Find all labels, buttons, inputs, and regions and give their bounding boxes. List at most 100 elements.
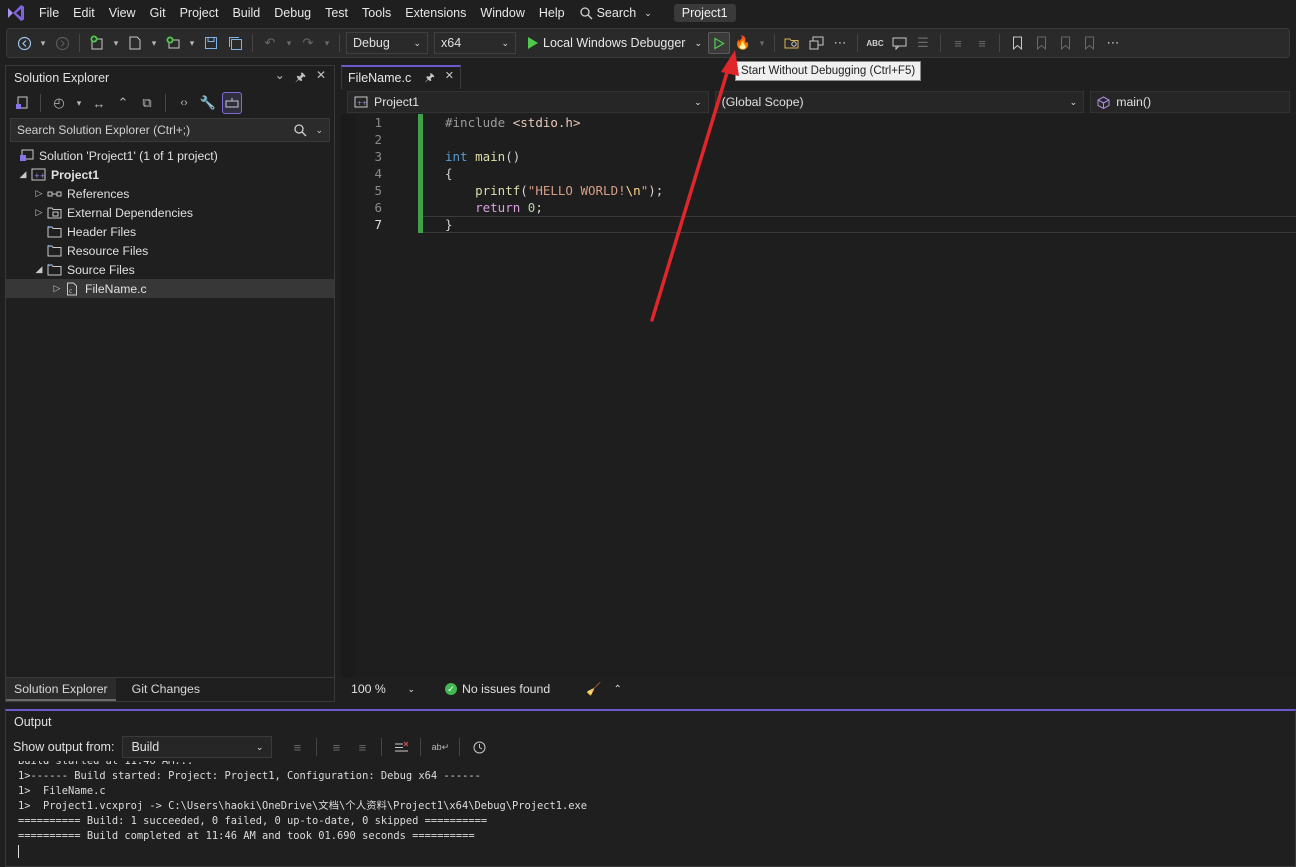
line-number: 1 xyxy=(374,115,382,130)
menu-tools[interactable]: Tools xyxy=(355,2,398,24)
tab-solution-explorer[interactable]: Solution Explorer xyxy=(6,678,116,701)
tree-item-solution[interactable]: Solution 'Project1' (1 of 1 project) xyxy=(6,146,334,165)
clear-bookmarks-icon[interactable] xyxy=(1078,32,1100,54)
add-item-icon[interactable] xyxy=(162,32,184,54)
windows-layout-icon[interactable] xyxy=(805,32,827,54)
menu-extensions[interactable]: Extensions xyxy=(398,2,473,24)
menu-project[interactable]: Project xyxy=(173,2,226,24)
close-icon[interactable]: ✕ xyxy=(316,68,326,89)
collapsed-arrow-icon[interactable]: ▷ xyxy=(50,283,64,294)
chevron-down-icon[interactable]: ▾ xyxy=(37,32,49,54)
indent-icon[interactable]: ≡ xyxy=(971,32,993,54)
hot-reload-icon[interactable]: 🔥 xyxy=(732,32,754,54)
undo-icon[interactable]: ↶ xyxy=(259,32,281,54)
pin-icon[interactable]: 🖈 xyxy=(425,69,435,88)
chevron-down-icon[interactable]: ⌄ xyxy=(315,125,323,136)
chevron-down-icon[interactable]: ⌄ xyxy=(275,68,285,89)
tree-item-filename-c[interactable]: ▷ c FileName.c xyxy=(6,279,334,298)
menu-window[interactable]: Window xyxy=(473,2,531,24)
save-icon[interactable] xyxy=(200,32,222,54)
menu-debug[interactable]: Debug xyxy=(267,2,318,24)
tab-filename-c[interactable]: FileName.c 🖈 ✕ xyxy=(341,65,461,89)
tree-item-source-files[interactable]: ◢ Source Files xyxy=(6,260,334,279)
expanded-arrow-icon[interactable]: ◢ xyxy=(32,264,46,275)
save-all-icon[interactable] xyxy=(224,32,246,54)
chevron-up-icon[interactable]: ⌃ xyxy=(614,684,622,695)
chevron-down-icon[interactable]: ▾ xyxy=(110,32,122,54)
output-source-dropdown[interactable]: Build ⌄ xyxy=(122,736,273,758)
issues-indicator[interactable]: ✓ No issues found xyxy=(445,682,550,696)
redo-icon[interactable]: ↷ xyxy=(297,32,319,54)
preview-selected-icon[interactable] xyxy=(222,92,242,114)
find-message-icon[interactable]: ≡ xyxy=(286,736,308,758)
chevron-down-icon[interactable]: ▾ xyxy=(73,92,85,114)
chevron-down-icon[interactable]: ▾ xyxy=(756,32,768,54)
chevron-down-icon[interactable]: ▾ xyxy=(321,32,333,54)
menu-edit[interactable]: Edit xyxy=(66,2,102,24)
next-message-icon[interactable]: ≡ xyxy=(351,736,373,758)
zoom-dropdown[interactable]: 100 % ⌄ xyxy=(347,679,419,699)
close-icon[interactable]: ✕ xyxy=(445,69,454,88)
start-without-debugging-button[interactable] xyxy=(708,32,730,54)
show-all-files-icon[interactable]: ⧉ xyxy=(137,92,157,114)
collapse-all-icon[interactable]: ⌃ xyxy=(113,92,133,114)
current-line-highlight xyxy=(423,216,1296,233)
more-icon[interactable]: ⋯ xyxy=(829,32,851,54)
outdent-icon[interactable]: ≡ xyxy=(947,32,969,54)
code-editor[interactable]: 1 2 3 4 5 6 7 #include <stdio.h> int mai… xyxy=(341,114,1296,677)
project-nav-dropdown[interactable]: ++ Project1 ⌄ xyxy=(347,91,709,113)
new-project-icon[interactable] xyxy=(86,32,108,54)
start-debugging-button[interactable]: Local Windows Debugger ⌄ xyxy=(524,32,706,54)
tab-git-changes[interactable]: Git Changes xyxy=(124,678,208,701)
clear-all-icon[interactable] xyxy=(390,736,412,758)
chevron-down-icon[interactable]: ▾ xyxy=(186,32,198,54)
properties-wrench-icon[interactable]: 🔧 xyxy=(198,92,218,114)
code-cleanup-broom-icon[interactable]: 🧹 xyxy=(586,682,601,697)
next-bookmark-icon[interactable] xyxy=(1054,32,1076,54)
previous-bookmark-icon[interactable] xyxy=(1030,32,1052,54)
menu-help[interactable]: Help xyxy=(532,2,572,24)
tree-item-header-files[interactable]: Header Files xyxy=(6,222,334,241)
menu-test[interactable]: Test xyxy=(318,2,355,24)
pin-icon[interactable]: 🖈 xyxy=(295,68,306,89)
output-text-area[interactable]: Build started at 11:46 AM... 1>------ Bui… xyxy=(18,761,1288,866)
bookmark-icon[interactable] xyxy=(1006,32,1028,54)
chevron-down-icon[interactable]: ▾ xyxy=(148,32,160,54)
back-icon[interactable] xyxy=(13,32,35,54)
forward-icon[interactable] xyxy=(51,32,73,54)
more-icon[interactable]: ⋯ xyxy=(1102,32,1124,54)
tree-item-resource-files[interactable]: Resource Files xyxy=(6,241,334,260)
new-file-icon[interactable] xyxy=(124,32,146,54)
solution-explorer-search-input[interactable]: Search Solution Explorer (Ctrl+;) ⌄ xyxy=(10,118,330,142)
find-in-files-icon[interactable] xyxy=(781,32,803,54)
visual-studio-logo-icon[interactable] xyxy=(0,0,32,26)
word-wrap-icon[interactable]: ab↵ xyxy=(429,736,451,758)
menu-build[interactable]: Build xyxy=(225,2,267,24)
collapsed-arrow-icon[interactable]: ▷ xyxy=(32,188,46,199)
scope-nav-dropdown[interactable]: (Global Scope) ⌄ xyxy=(714,91,1085,113)
collapsed-arrow-icon[interactable]: ▷ xyxy=(32,207,46,218)
menu-file[interactable]: File xyxy=(32,2,66,24)
platform-dropdown[interactable]: x64 ⌄ xyxy=(434,32,516,54)
configuration-dropdown[interactable]: Debug ⌄ xyxy=(346,32,428,54)
menu-git[interactable]: Git xyxy=(143,2,173,24)
view-code-icon[interactable]: ‹› xyxy=(174,92,194,114)
toolbar-divider xyxy=(79,34,80,52)
menu-view[interactable]: View xyxy=(102,2,143,24)
switch-views-icon[interactable] xyxy=(12,92,32,114)
spell-check-icon[interactable]: ABC xyxy=(864,32,886,54)
search-menu[interactable]: Search ⌄ xyxy=(572,6,660,20)
pending-changes-icon[interactable]: ◴ xyxy=(49,92,69,114)
chevron-down-icon[interactable]: ▾ xyxy=(283,32,295,54)
clock-icon[interactable] xyxy=(468,736,490,758)
uncomment-icon[interactable]: ☰ xyxy=(912,32,934,54)
tree-item-project[interactable]: ◢ ++ Project1 xyxy=(6,165,334,184)
project-name-badge[interactable]: Project1 xyxy=(673,4,736,22)
tree-item-references[interactable]: ▷ References xyxy=(6,184,334,203)
member-nav-dropdown[interactable]: main() xyxy=(1090,91,1290,113)
tree-item-external-dependencies[interactable]: ▷ External Dependencies xyxy=(6,203,334,222)
sync-icon[interactable]: ↔ xyxy=(89,92,109,114)
previous-message-icon[interactable]: ≡ xyxy=(325,736,347,758)
comment-icon[interactable] xyxy=(888,32,910,54)
expanded-arrow-icon[interactable]: ◢ xyxy=(16,169,30,180)
